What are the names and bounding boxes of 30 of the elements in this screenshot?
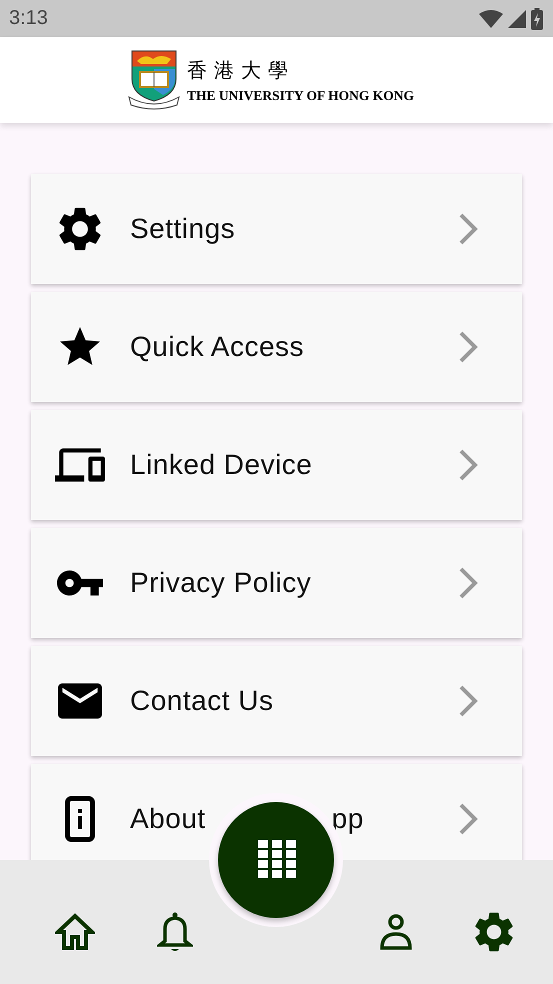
university-name-chinese: 香 港 大 學 [186,58,290,84]
settings-icon [58,207,102,251]
menu-item[interactable]: Quick Access [31,292,522,402]
menu-label: Settings [130,213,236,245]
signal-icon [508,10,526,28]
menu-label: Quick Access [130,331,304,363]
wifi-icon [479,10,503,28]
chevron-icon [458,448,478,482]
menu-label: Privacy Policy [130,567,312,599]
grid-icon [256,840,296,880]
university-name: THE UNIVERSITY OF HONG KONG [186,88,414,104]
star-icon [60,327,100,367]
chevron-icon [458,684,478,718]
status-time: 3:13 [9,7,49,30]
key-icon [57,569,103,597]
chevron-icon [458,212,478,246]
chevron-icon [458,330,478,364]
menu-label: Linked Device [130,449,312,481]
battery-icon [531,8,543,30]
chevron-icon [458,566,478,600]
menu-item[interactable]: Contact Us [31,646,522,756]
menu-label: Contact Us [130,685,274,717]
mail-icon [58,683,102,719]
menu-item[interactable]: Linked Device [31,410,522,520]
phone-info-icon [65,796,95,842]
chevron-icon [458,802,478,836]
crest-logo [126,49,181,111]
menu-label: About [130,803,206,835]
menu-item[interactable]: Settings [31,174,522,284]
menu-item[interactable]: Privacy Policy [31,528,522,638]
